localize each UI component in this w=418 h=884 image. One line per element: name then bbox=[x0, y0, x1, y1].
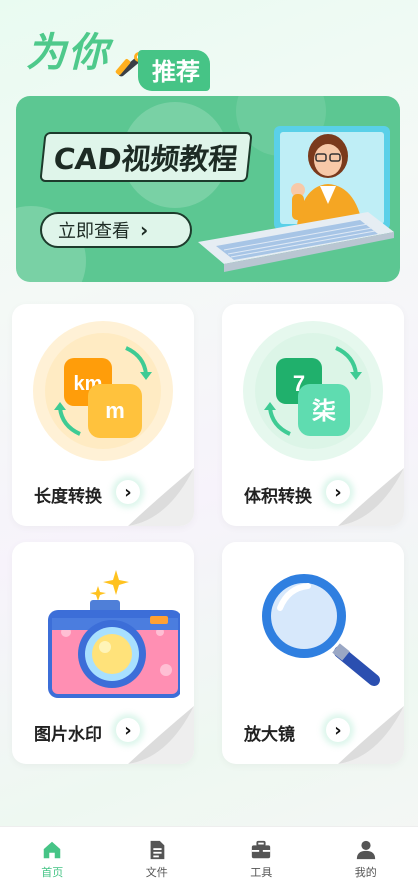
volume-icon-glyph-b: 柒 bbox=[312, 397, 336, 425]
bottom-tab-bar: 首页 文件 工具 我的 bbox=[0, 826, 418, 884]
volume-convert-icon: 7 柒 bbox=[243, 321, 383, 461]
tab-tools[interactable]: 工具 bbox=[209, 827, 314, 884]
card-label: 放大镜 bbox=[244, 725, 295, 745]
card-label: 图片水印 bbox=[34, 725, 102, 745]
file-icon bbox=[150, 840, 165, 860]
camera-icon bbox=[48, 570, 180, 698]
page-curl-decoration bbox=[128, 706, 194, 764]
volume-convert-card[interactable]: 7 柒 体积转换 › bbox=[222, 304, 404, 526]
image-watermark-card[interactable]: 图片水印 › bbox=[12, 542, 194, 764]
tab-profile[interactable]: 我的 bbox=[314, 827, 418, 884]
magnifier-icon bbox=[262, 574, 380, 686]
card-label: 体积转换 bbox=[244, 487, 312, 507]
view-now-label: 立即查看 bbox=[58, 221, 130, 242]
page-header: 为你 推荐 bbox=[26, 18, 266, 91]
card-label: 长度转换 bbox=[34, 487, 102, 507]
length-icon-glyph-b: m bbox=[105, 398, 125, 423]
teacher-laptop-illustration bbox=[198, 126, 394, 272]
length-convert-card[interactable]: km m 长度转换 › bbox=[12, 304, 194, 526]
tab-label: 工具 bbox=[250, 866, 273, 879]
home-icon bbox=[44, 841, 61, 859]
toolbox-icon bbox=[252, 840, 271, 859]
video-tutorial-banner[interactable]: CAD视频教程 立即查看 › bbox=[16, 96, 400, 282]
tab-label: 我的 bbox=[354, 866, 377, 879]
tab-label: 首页 bbox=[41, 866, 64, 879]
header-badge: 推荐 bbox=[138, 50, 210, 91]
header-title: 为你 bbox=[26, 30, 110, 76]
chevron-right-icon: › bbox=[140, 218, 149, 242]
page-curl-decoration bbox=[128, 468, 194, 526]
tab-label: 文件 bbox=[145, 866, 168, 879]
page-curl-decoration bbox=[338, 706, 404, 764]
magnifier-card[interactable]: 放大镜 › bbox=[222, 542, 404, 764]
view-now-button[interactable]: 立即查看 › bbox=[40, 212, 192, 248]
tab-home[interactable]: 首页 bbox=[0, 827, 105, 884]
length-convert-icon: km m bbox=[33, 321, 173, 461]
page-curl-decoration bbox=[338, 468, 404, 526]
profile-icon bbox=[356, 840, 375, 860]
tab-files[interactable]: 文件 bbox=[105, 827, 210, 884]
